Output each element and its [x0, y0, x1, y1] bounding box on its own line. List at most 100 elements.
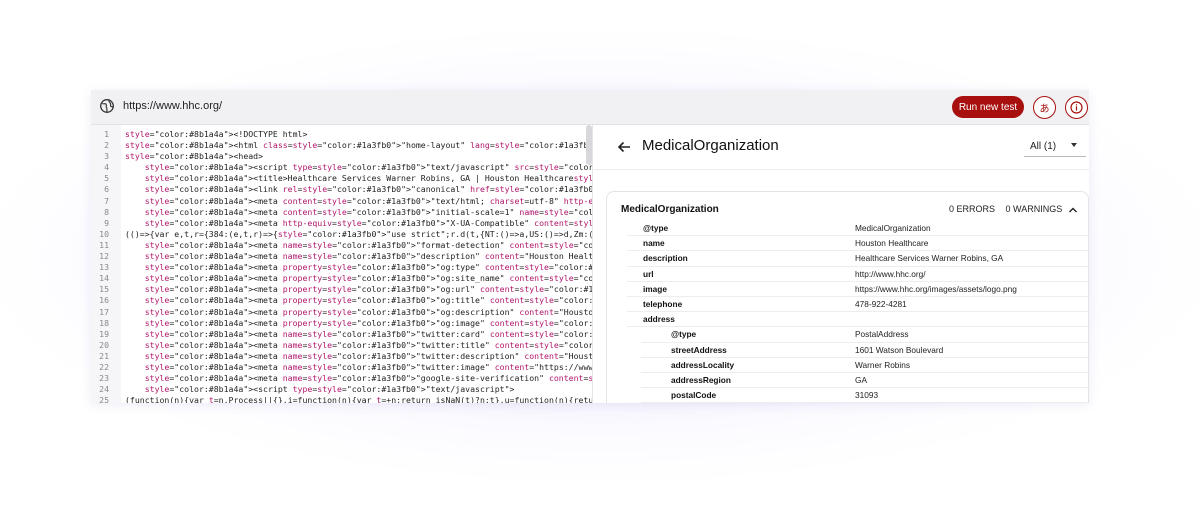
back-arrow-icon[interactable] [616, 139, 632, 155]
code-text: style="color:#8b1a4a"><meta name=style="… [144, 361, 593, 372]
property-value: Warner Robins [855, 359, 911, 370]
property-row: url http://www.hhc.org/ [627, 267, 1088, 282]
property-row: addressRegion GA [641, 373, 1088, 389]
property-key: addressLocality [671, 359, 735, 370]
property-key: postalCode [671, 390, 717, 401]
property-key: @type [671, 329, 697, 340]
code-line: 15 style="color:#8b1a4a"><meta property=… [91, 284, 593, 295]
warnings-count: 0 WARNINGS [1005, 204, 1063, 214]
code-line: 8 style="color:#8b1a4a"><meta content=st… [91, 206, 593, 218]
code-line: 4 style="color:#8b1a4a"><script type=sty… [91, 162, 592, 173]
code-line: 13 style="color:#8b1a4a"><meta property=… [91, 262, 593, 273]
globe-icon [100, 99, 114, 113]
code-text: style="color:#8b1a4a"><meta name=style="… [144, 339, 593, 350]
property-value: http://www.hhc.org/ [855, 268, 926, 279]
property-row: postalCode 31093 [641, 388, 1088, 403]
property-row: name Houston Healthcare [627, 236, 1088, 252]
code-line: 2 style="color:#8b1a4a"><html class=style… [91, 140, 592, 151]
card-title: MedicalOrganization [621, 204, 719, 215]
line-number: 4 [104, 162, 109, 173]
code-line: 23 style="color:#8b1a4a"><meta name=styl… [91, 373, 593, 384]
code-text: style="color:#8b1a4a"><meta name=style="… [144, 328, 593, 339]
info-button[interactable] [1065, 96, 1088, 119]
line-number: 25 [99, 395, 109, 403]
property-row: address [627, 312, 1088, 328]
code-line: 25 (function(n){var t=n.Process||{},i=fun… [91, 395, 593, 403]
code-scrollbar[interactable] [586, 125, 592, 165]
property-key: description [643, 253, 688, 264]
code-text: style="color:#8b1a4a"><!DOCTYPE html> [125, 129, 308, 139]
property-key: name [643, 238, 665, 249]
line-number: 10 [99, 228, 109, 239]
code-text: style="color:#8b1a4a"><script type=style… [144, 384, 515, 395]
property-row: image https://www.hhc.org/images/assets/l… [627, 282, 1088, 297]
line-number: 24 [99, 384, 109, 395]
code-text: style="color:#8b1a4a"><meta content=styl… [144, 206, 593, 217]
language-button[interactable]: あ [1033, 96, 1056, 119]
line-number: 18 [99, 317, 109, 328]
code-text: style="color:#8b1a4a"><meta property=sty… [144, 317, 593, 328]
line-number: 7 [104, 195, 109, 206]
property-key: @type [643, 223, 669, 233]
code-text: style="color:#8b1a4a"><meta property=sty… [144, 273, 593, 284]
line-number: 6 [104, 184, 109, 195]
chevron-up-icon[interactable] [1067, 204, 1079, 216]
code-text: style="color:#8b1a4a"><meta content=styl… [144, 195, 593, 206]
code-line: 6 style="color:#8b1a4a"><link rel=style=… [91, 184, 592, 195]
code-text: style="color:#8b1a4a"><meta property=sty… [144, 262, 593, 273]
line-number: 2 [104, 140, 109, 151]
structured-data-panel: MedicalOrganization All (1) MedicalOrgan… [594, 125, 1089, 403]
property-key: telephone [643, 298, 683, 309]
property-value: Houston Healthcare [855, 238, 929, 249]
run-new-test-button[interactable]: Run new test [952, 96, 1024, 118]
line-number: 8 [104, 206, 109, 217]
url-bar: https://www.hhc.org/ Run new test あ [91, 90, 1089, 125]
property-row: streetAddress 1601 Watson Boulevard [641, 343, 1088, 358]
property-value: MedicalOrganization [855, 223, 931, 233]
code-text: style="color:#8b1a4a"><meta name=style="… [144, 239, 593, 250]
code-line: 1 style="color:#8b1a4a"><!DOCTYPE html> [91, 129, 592, 140]
url-text[interactable]: https://www.hhc.org/ [123, 100, 222, 112]
code-line: 24 style="color:#8b1a4a"><script type=st… [91, 384, 592, 395]
filter-label: All (1) [1030, 141, 1057, 152]
property-key: address [643, 314, 675, 325]
rich-results-window: https://www.hhc.org/ Run new test あ 1 sty… [91, 90, 1089, 403]
property-value: 478-922-4281 [855, 298, 907, 309]
code-text: style="color:#8b1a4a"><meta name=style="… [144, 251, 593, 262]
property-value: 1601 Watson Boulevard [855, 344, 944, 355]
line-number: 19 [99, 328, 109, 339]
line-number: 5 [104, 173, 109, 184]
code-text: style="color:#8b1a4a"><meta property=sty… [144, 306, 593, 317]
code-text: style="color:#8b1a4a"><meta name=style="… [144, 373, 593, 384]
property-row: description Healthcare Services Warner Ro… [627, 251, 1088, 267]
code-line: 11 style="color:#8b1a4a"><meta name=styl… [91, 239, 593, 251]
code-text: style="color:#8b1a4a"><meta property=sty… [144, 295, 593, 306]
code-text: (function(n){var t=n.Process||{},i=funct… [125, 395, 593, 403]
property-value: 31093 [855, 390, 879, 401]
info-icon [1070, 101, 1083, 114]
code-line: 21 style="color:#8b1a4a"><meta name=styl… [91, 350, 593, 362]
source-code-pane[interactable]: 1 style="color:#8b1a4a"><!DOCTYPE html> 2 s… [91, 125, 593, 403]
property-list: @type MedicalOrganization name Houston Heal… [607, 221, 1088, 403]
code-text: style="color:#8b1a4a"><head> [125, 151, 264, 162]
code-line: 20 style="color:#8b1a4a"><meta name=styl… [91, 339, 593, 351]
line-number: 23 [99, 373, 109, 384]
filter-dropdown[interactable]: All (1) [1024, 135, 1086, 157]
line-number: 12 [99, 251, 109, 262]
source-code: 1 style="color:#8b1a4a"><!DOCTYPE html> 2 s… [91, 129, 593, 403]
code-line: 9 style="color:#8b1a4a"><meta http-equiv… [91, 217, 592, 229]
line-number: 17 [99, 306, 109, 317]
property-value: GA [855, 374, 867, 385]
property-key: streetAddress [671, 344, 727, 355]
code-line: 17 style="color:#8b1a4a"><meta property=… [91, 306, 593, 318]
chevron-down-icon [1071, 143, 1077, 147]
property-key: url [643, 268, 654, 279]
property-key: addressRegion [671, 374, 731, 385]
code-text: style="color:#8b1a4a"><meta name=style="… [144, 350, 593, 361]
property-row: @type MedicalOrganization [627, 221, 1088, 237]
line-number: 20 [99, 339, 109, 350]
line-number: 9 [104, 217, 109, 228]
code-text: style="color:#8b1a4a"><meta property=sty… [144, 284, 593, 295]
code-line: 5 style="color:#8b1a4a"><title>Healthcar… [91, 173, 592, 184]
property-row: addressLocality Warner Robins [641, 358, 1088, 373]
